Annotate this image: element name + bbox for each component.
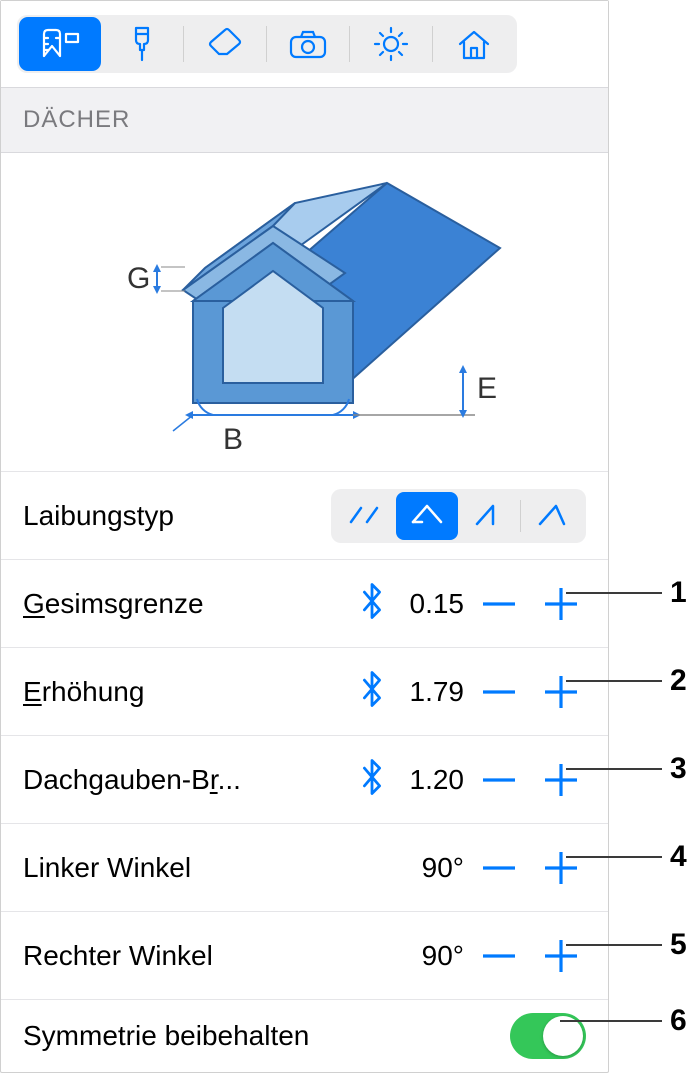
brush-tool[interactable] [101,17,183,71]
callout-3: 3 [566,752,687,786]
label-e: E [477,372,497,405]
erhohung-value[interactable]: 1.79 [390,676,464,708]
symmetrie-row: Symmetrie beibehalten [1,1000,608,1072]
linker-winkel-value[interactable]: 90° [390,852,464,884]
callout-2: 2 [566,664,687,698]
reveal-type-segmented [331,489,586,543]
label-g: G [127,262,150,295]
callout-5: 5 [566,928,687,962]
measure-tool[interactable] [19,17,101,71]
dachgauben-label: Dachgauben-Br... [23,764,358,796]
decrement-button[interactable] [474,843,524,893]
rechter-winkel-row: Rechter Winkel 90° [1,912,608,1000]
dachgauben-value[interactable]: 1.20 [390,764,464,796]
section-title: DÄCHER [23,106,130,133]
diagram-area: G B E [1,153,608,472]
reveal-option-1[interactable] [334,492,396,540]
label-b: B [223,423,243,456]
rechter-winkel-value[interactable]: 90° [390,940,464,972]
decrement-button[interactable] [474,579,524,629]
section-header: DÄCHER [1,87,608,153]
gesimsgrenze-row: Gesimsgrenze 0.15 [1,560,608,648]
toolbar [1,1,608,87]
callout-1: 1 [566,576,687,610]
symmetrie-label: Symmetrie beibehalten [23,1020,510,1052]
eraser-tool[interactable] [184,17,266,71]
bluetooth-icon [358,758,386,801]
reveal-type-row: Laibungstyp [1,472,608,560]
gesimsgrenze-label: Gesimsgrenze [23,588,358,620]
gesimsgrenze-value[interactable]: 0.15 [390,588,464,620]
linker-winkel-row: Linker Winkel 90° [1,824,608,912]
toolbar-group [17,15,517,73]
callout-6: 6 [560,1004,687,1038]
camera-tool[interactable] [267,17,349,71]
bluetooth-icon [358,670,386,713]
decrement-button[interactable] [474,755,524,805]
reveal-type-label: Laibungstyp [23,500,331,532]
inspector-panel: DÄCHER [0,0,609,1073]
decrement-button[interactable] [474,931,524,981]
dachgauben-row: Dachgauben-Br... 1.20 [1,736,608,824]
erhohung-row: Erhöhung 1.79 [1,648,608,736]
reveal-option-2[interactable] [396,492,458,540]
bluetooth-icon [358,582,386,625]
reveal-option-3[interactable] [458,492,520,540]
rechter-winkel-label: Rechter Winkel [23,940,390,972]
light-tool[interactable] [350,17,432,71]
linker-winkel-label: Linker Winkel [23,852,390,884]
dormer-diagram: G B E [75,173,535,463]
erhohung-label: Erhöhung [23,676,358,708]
house-tool[interactable] [433,17,515,71]
reveal-option-4[interactable] [521,492,583,540]
decrement-button[interactable] [474,667,524,717]
callout-4: 4 [566,840,687,874]
